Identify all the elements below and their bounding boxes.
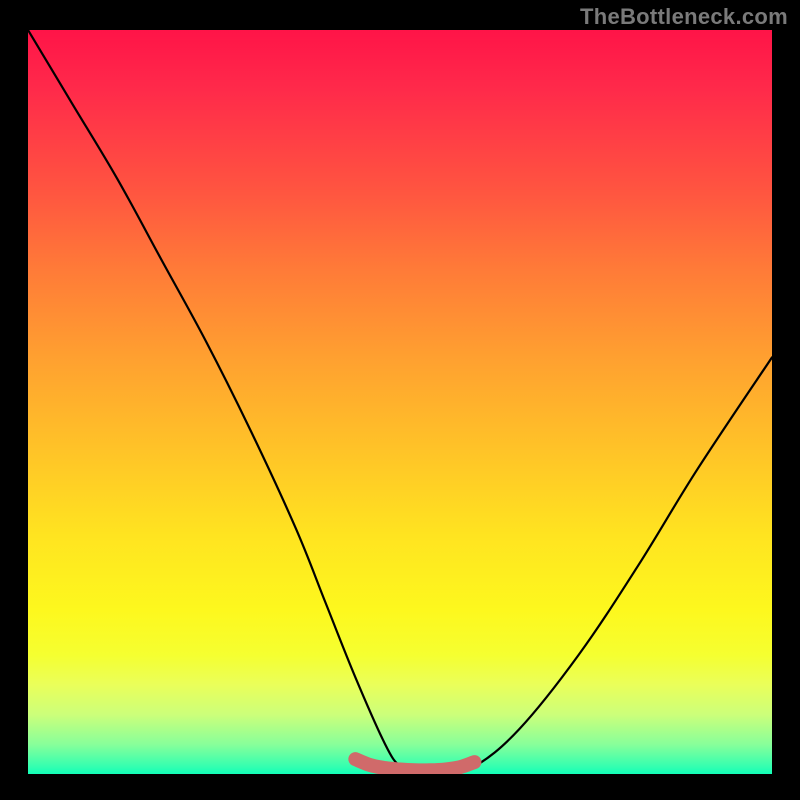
bottleneck-curve [28,30,772,774]
plot-area [28,30,772,774]
optimal-range-marker [355,759,474,770]
chart-svg [28,30,772,774]
chart-frame: TheBottleneck.com [0,0,800,800]
attribution-text: TheBottleneck.com [580,4,788,30]
